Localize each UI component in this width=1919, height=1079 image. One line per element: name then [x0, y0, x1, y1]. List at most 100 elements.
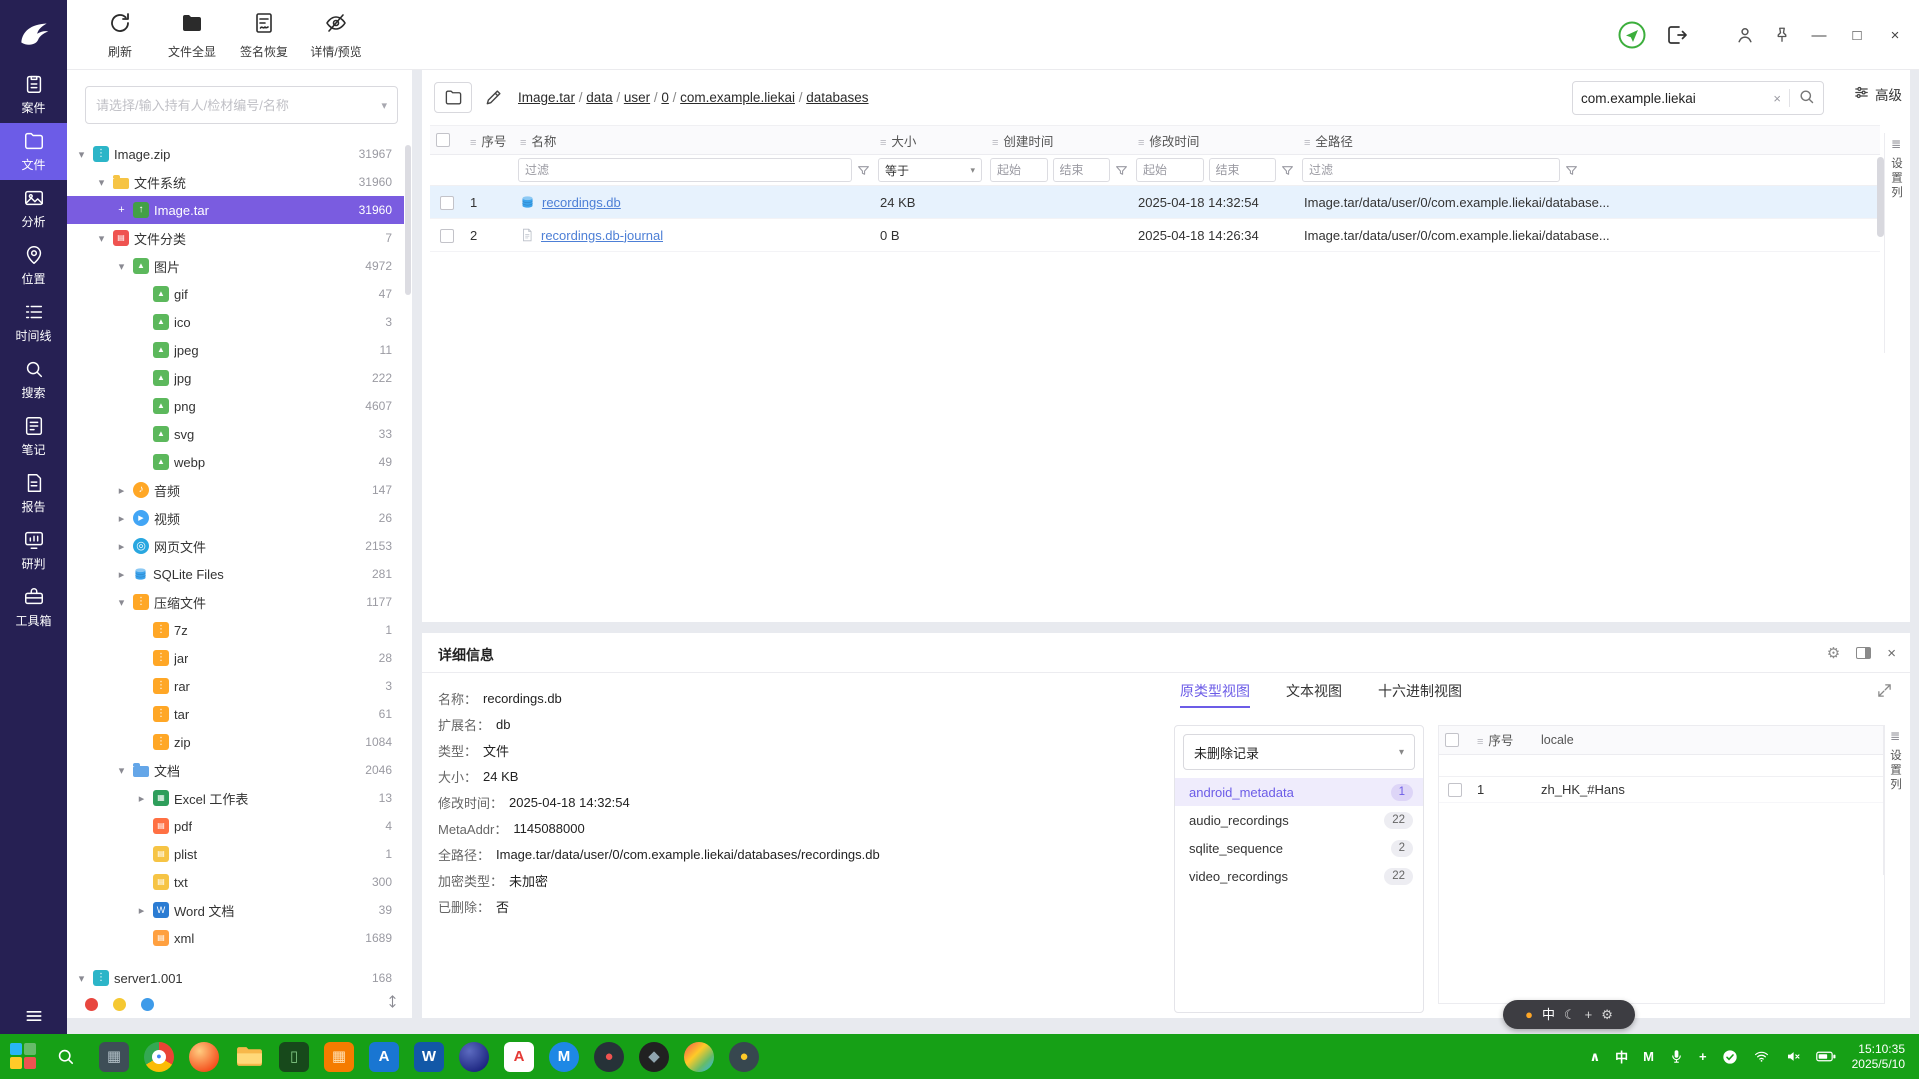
refresh-button[interactable]: 刷新 — [89, 4, 151, 66]
breadcrumb-segment[interactable]: user — [624, 90, 650, 105]
column-header-大小[interactable]: ≡ 大小 — [874, 125, 986, 155]
detail-preview-button[interactable]: 详情/预览 — [305, 4, 367, 66]
thunderbird-mail[interactable] — [459, 1041, 489, 1072]
screen-recorder[interactable]: ● — [594, 1041, 624, 1072]
toggle-panel-icon[interactable] — [1856, 647, 1872, 659]
filter-funnel-icon[interactable] — [1565, 164, 1578, 177]
file-link[interactable]: recordings.db — [542, 195, 621, 210]
file-row[interactable]: 1 recordings.db 24 KB 2025-04-18 14:32:54 Im… — [430, 185, 1880, 219]
folder-view-button[interactable] — [434, 82, 472, 113]
breadcrumb-segment[interactable]: data — [586, 90, 612, 105]
input-method-icon[interactable]: M — [1643, 1049, 1654, 1064]
tree-toggle-icon[interactable]: ▾ — [95, 232, 108, 245]
tree-toggle-icon[interactable]: ▸ — [115, 512, 128, 525]
filter-funnel-icon[interactable] — [857, 164, 870, 177]
tree-toggle-icon[interactable]: ▸ — [115, 484, 128, 497]
sidebar-item-toolbox[interactable]: 工具箱 — [0, 579, 67, 636]
wifi-icon[interactable] — [1753, 1049, 1770, 1064]
tree-node-xml[interactable]: ▤ xml 1689 — [67, 924, 404, 952]
close-panel-icon[interactable]: × — [1887, 645, 1896, 662]
show-all-files-button[interactable]: 文件全显 — [161, 4, 223, 66]
tree-search-input[interactable] — [96, 97, 382, 113]
path-filter-input[interactable] — [1302, 158, 1560, 182]
tree-toggle-icon[interactable]: + — [115, 204, 128, 216]
tree-toggle-icon[interactable]: ▾ — [115, 596, 128, 609]
column-header-修改时间[interactable]: ≡ 修改时间 — [1132, 125, 1298, 155]
user-icon[interactable] — [1735, 25, 1755, 45]
breadcrumb-segment[interactable]: com.example.liekai — [680, 90, 795, 105]
tab-十六进制视图[interactable]: 十六进制视图 — [1378, 681, 1462, 708]
row-checkbox[interactable] — [1448, 782, 1462, 797]
maximize-button[interactable]: □ — [1847, 27, 1867, 44]
tree-node-文档[interactable]: ▾ 文档 2046 — [67, 756, 404, 784]
close-button[interactable]: × — [1885, 27, 1905, 44]
tree-node-压缩文件[interactable]: ▾ ⋮ 压缩文件 1177 — [67, 588, 404, 616]
ime-language-indicator[interactable]: 中 — [1615, 1047, 1628, 1066]
minimize-button[interactable]: — — [1809, 27, 1829, 44]
sidebar-menu-button[interactable] — [0, 1006, 67, 1026]
tag-dot-red[interactable] — [85, 997, 98, 1011]
record-column-序号[interactable]: ≡ 序号 — [1471, 726, 1535, 755]
sidebar-item-judgement[interactable]: 研判 — [0, 522, 67, 579]
tree-node-svg[interactable]: ▲ svg 33 — [67, 420, 404, 448]
tree-node-excel-工作表[interactable]: ▸ ▦ Excel 工作表 13 — [67, 784, 404, 812]
tree-node-文件系统[interactable]: ▾ 文件系统 31960 — [67, 168, 404, 196]
tree-node-tar[interactable]: ⋮ tar 61 — [67, 700, 404, 728]
row-checkbox[interactable] — [440, 228, 454, 243]
search-input[interactable] — [1581, 90, 1766, 106]
pin-icon[interactable] — [1773, 26, 1791, 44]
cherry-tool[interactable]: ● — [729, 1041, 759, 1072]
breadcrumb-segment[interactable]: databases — [806, 90, 868, 105]
tree-node-txt[interactable]: ▤ txt 300 — [67, 868, 404, 896]
tree-node-音频[interactable]: ▸ ♪ 音频 147 — [67, 476, 404, 504]
tree-node-word-文档[interactable]: ▸ W Word 文档 39 — [67, 896, 404, 924]
panel-resize-icon[interactable] — [385, 994, 400, 1012]
battery-icon[interactable] — [1815, 1050, 1836, 1063]
select-all-checkbox[interactable] — [1445, 733, 1459, 748]
filter-funnel-icon[interactable] — [1281, 164, 1294, 177]
start-button[interactable] — [10, 1042, 38, 1071]
dark-utility[interactable]: ◆ — [639, 1041, 669, 1072]
taskbar-search-icon[interactable] — [56, 1047, 75, 1066]
tree-toggle-icon[interactable]: ▾ — [75, 972, 88, 985]
name-filter-input[interactable] — [518, 158, 852, 182]
tree-toggle-icon[interactable]: ▾ — [95, 176, 108, 189]
sidebar-item-report[interactable]: 报告 — [0, 465, 67, 522]
file-manager[interactable] — [234, 1042, 264, 1072]
tree-node-7z[interactable]: ⋮ 7z 1 — [67, 616, 404, 644]
tree-node-zip[interactable]: ⋮ zip 1084 — [67, 728, 404, 756]
orange-grid-tool[interactable]: ▦ — [324, 1041, 354, 1072]
tree-node-image-tar[interactable]: + ↑ Image.tar 31960 — [67, 196, 404, 224]
tab-原类型视图[interactable]: 原类型视图 — [1180, 681, 1250, 708]
tree-toggle-icon[interactable]: ▸ — [135, 792, 148, 805]
tree-toggle-icon[interactable]: ▾ — [115, 764, 128, 777]
bird-messenger[interactable] — [684, 1041, 714, 1072]
file-row[interactable]: 2 recordings.db-journal 0 B 2025-04-18 14:2… — [430, 218, 1880, 252]
tree-node-网页文件[interactable]: ▸ ◎ 网页文件 2153 — [67, 532, 404, 560]
tree-node-webp[interactable]: ▲ webp 49 — [67, 448, 404, 476]
created-end-input[interactable] — [1052, 158, 1110, 182]
tree-node-server1-001[interactable]: ▾ ⋮ server1.001 168 — [67, 964, 404, 988]
file-link[interactable]: recordings.db-journal — [541, 228, 663, 243]
sidebar-item-timeline[interactable]: 时间线 — [0, 294, 67, 351]
tree-node-jpg[interactable]: ▲ jpg 222 — [67, 364, 404, 392]
tree-node-sqlite-files[interactable]: ▸ SQLite Files 281 — [67, 560, 404, 588]
tree-node-视频[interactable]: ▸ ▶ 视频 26 — [67, 504, 404, 532]
table-list-item-audio-recordings[interactable]: audio_recordings 22 — [1175, 806, 1423, 834]
export-icon[interactable] — [1665, 23, 1689, 47]
breadcrumb-segment[interactable]: 0 — [661, 90, 669, 105]
column-header-序号[interactable]: ≡ 序号 — [464, 125, 514, 155]
ime-settings-icon[interactable]: ⚙ — [1601, 1008, 1613, 1021]
tag-dot-yellow[interactable] — [113, 997, 126, 1011]
sidebar-item-files[interactable]: 文件 — [0, 123, 67, 180]
ime-night-mode-icon[interactable]: ☾ — [1564, 1008, 1576, 1021]
sidebar-item-location[interactable]: 位置 — [0, 237, 67, 294]
modified-end-input[interactable] — [1208, 158, 1276, 182]
security-check-icon[interactable] — [1722, 1049, 1738, 1065]
signature-recovery-button[interactable]: 签名恢复 — [233, 4, 295, 66]
app-logo-icon[interactable] — [0, 0, 67, 66]
table-scrollbar[interactable] — [1877, 157, 1884, 237]
search-icon[interactable] — [1798, 88, 1815, 108]
column-settings-button-2[interactable]: ≣ 设置列 — [1883, 725, 1906, 875]
tree-node-jpeg[interactable]: ▲ jpeg 11 — [67, 336, 404, 364]
